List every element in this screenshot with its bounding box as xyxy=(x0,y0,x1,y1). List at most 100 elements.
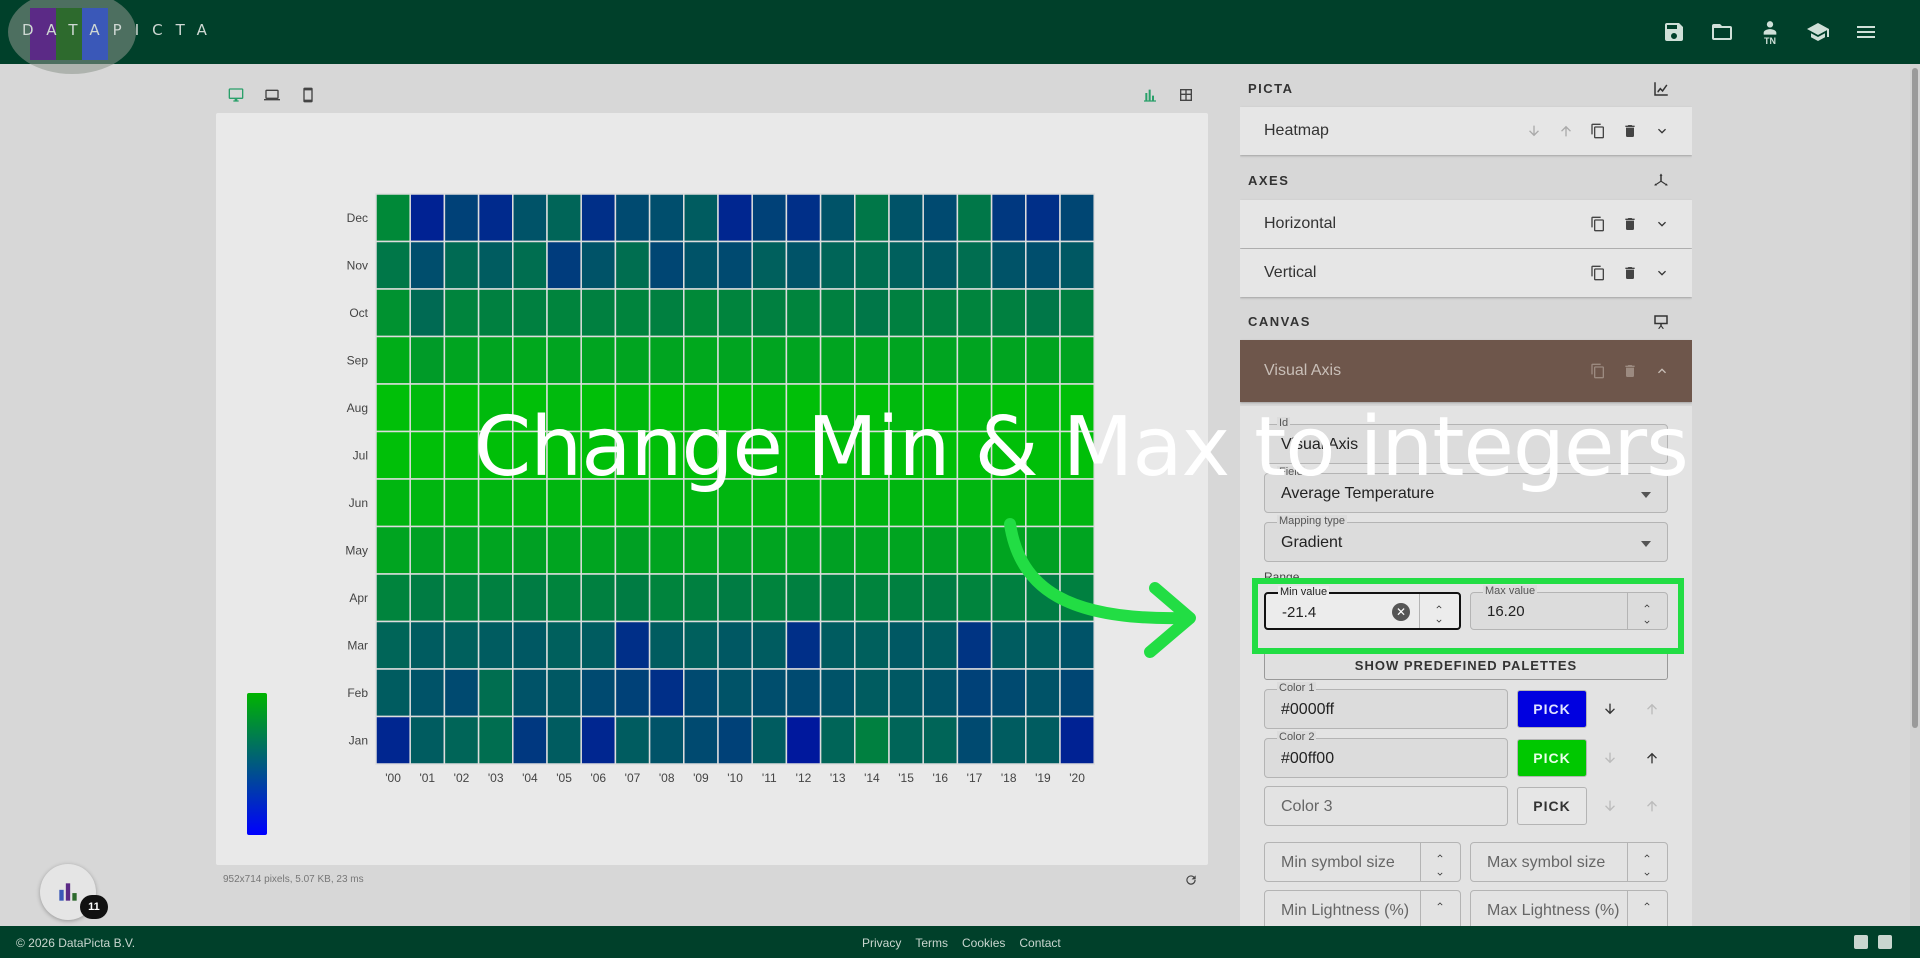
show-palettes-button[interactable]: SHOW PREDEFINED PALETTES xyxy=(1264,650,1668,680)
color1-input[interactable]: Color 1 #0000ff xyxy=(1264,682,1508,729)
max-value-input[interactable]: Max value 16.20 xyxy=(1470,585,1668,630)
table-view-icon[interactable] xyxy=(1178,87,1194,103)
heatmap-cell xyxy=(888,525,924,575)
mapping-type-select[interactable]: Mapping type Gradient xyxy=(1264,515,1668,562)
increment-icon[interactable] xyxy=(1435,896,1445,906)
pick-color1-button[interactable]: PICK xyxy=(1517,690,1587,728)
heatmap-cell xyxy=(512,715,548,765)
heatmap-cell xyxy=(922,668,959,718)
heatmap-cell xyxy=(751,573,788,623)
increment-icon[interactable] xyxy=(1642,896,1652,906)
footer-link-contact[interactable]: Contact xyxy=(1019,936,1060,950)
canvas-item-visual-axis[interactable]: Visual Axis xyxy=(1240,340,1692,402)
chart-view-icon[interactable] xyxy=(1142,87,1158,103)
decrement-icon[interactable] xyxy=(1435,866,1445,876)
menu-icon[interactable] xyxy=(1852,18,1880,46)
increment-icon[interactable] xyxy=(1435,848,1445,858)
desktop-icon[interactable] xyxy=(228,87,244,103)
heatmap-cell xyxy=(888,193,924,243)
delete-icon[interactable] xyxy=(1622,363,1638,379)
pick-color2-button[interactable]: PICK xyxy=(1517,739,1587,777)
heatmap-cell xyxy=(1059,240,1095,290)
heatmap-cell xyxy=(888,573,924,623)
heatmap-cell xyxy=(922,715,959,765)
delete-icon[interactable] xyxy=(1622,216,1638,232)
scrollbar-thumb[interactable] xyxy=(1912,68,1918,728)
x-tick-label: '20 xyxy=(1069,771,1085,785)
heatmap-cell xyxy=(443,668,480,718)
folder-open-icon[interactable] xyxy=(1708,18,1736,46)
footer-link-privacy[interactable]: Privacy xyxy=(862,936,901,950)
max-symbol-size-input[interactable]: Max symbol size xyxy=(1470,842,1668,882)
decrement-icon[interactable] xyxy=(1434,613,1444,623)
duplicate-icon[interactable] xyxy=(1590,123,1606,139)
axis-item-horizontal[interactable]: Horizontal xyxy=(1240,200,1692,248)
decrement-icon[interactable] xyxy=(1642,614,1652,624)
min-value-text: -21.4 xyxy=(1282,604,1317,621)
mapping-label: Mapping type xyxy=(1277,515,1348,527)
move-down-icon[interactable] xyxy=(1602,701,1618,717)
graduation-cap-icon[interactable] xyxy=(1804,18,1832,46)
heatmap-cell xyxy=(375,430,411,480)
user-icon[interactable]: TN xyxy=(1756,18,1784,46)
heatmap-cell xyxy=(443,240,480,290)
color1-label: Color 1 xyxy=(1277,682,1317,694)
footer-link-cookies[interactable]: Cookies xyxy=(962,936,1005,950)
linkedin-icon[interactable] xyxy=(1878,935,1892,949)
heatmap-cell xyxy=(580,668,617,718)
heatmap-cell xyxy=(1059,193,1095,243)
chevron-down-icon[interactable] xyxy=(1654,265,1670,281)
settings-panel: PICTA Heatmap AXES Horizontal Vertical C… xyxy=(1240,64,1692,926)
chevron-up-icon[interactable] xyxy=(1654,363,1670,379)
y-tick-label: Oct xyxy=(349,306,368,320)
save-icon[interactable] xyxy=(1660,18,1688,46)
axis-item-label: Vertical xyxy=(1264,264,1317,281)
heatmap-cell xyxy=(648,335,685,385)
x-tick-label: '03 xyxy=(488,771,504,785)
footer-link-terms[interactable]: Terms xyxy=(915,936,948,950)
mobile-icon[interactable] xyxy=(300,87,316,103)
clear-icon[interactable]: ✕ xyxy=(1392,603,1410,621)
increment-icon[interactable] xyxy=(1642,598,1652,608)
duplicate-icon[interactable] xyxy=(1590,363,1606,379)
heatmap-cell xyxy=(717,335,753,385)
heatmap-cell xyxy=(1025,193,1061,243)
chevron-down-icon[interactable] xyxy=(1654,123,1670,139)
axis-item-vertical[interactable]: Vertical xyxy=(1240,249,1692,297)
heatmap-cell xyxy=(888,668,924,718)
pick-color3-button[interactable]: PICK xyxy=(1517,787,1587,825)
decrement-icon[interactable] xyxy=(1642,866,1652,876)
laptop-icon[interactable] xyxy=(264,87,280,103)
heatmap-cell xyxy=(375,335,411,385)
x-tick-label: '17 xyxy=(967,771,983,785)
color3-input[interactable]: Color 3 xyxy=(1264,786,1508,826)
heatmap-cell xyxy=(443,525,480,575)
color2-input[interactable]: Color 2 #00ff00 xyxy=(1264,731,1508,778)
increment-icon[interactable] xyxy=(1434,599,1444,609)
refresh-icon[interactable] xyxy=(1184,873,1198,887)
x-tick-label: '12 xyxy=(796,771,812,785)
heatmap-cell xyxy=(375,478,411,528)
panel-scrollbar[interactable] xyxy=(1910,64,1920,926)
delete-icon[interactable] xyxy=(1622,123,1638,139)
picta-item-heatmap[interactable]: Heatmap xyxy=(1240,107,1692,155)
duplicate-icon[interactable] xyxy=(1590,216,1606,232)
delete-icon[interactable] xyxy=(1622,265,1638,281)
max-lightness-input[interactable]: Max Lightness (%) xyxy=(1470,890,1668,926)
heatmap-cell xyxy=(375,668,411,718)
min-value-input[interactable]: Min value -21.4 ✕ xyxy=(1264,586,1461,630)
min-lightness-input[interactable]: Min Lightness (%) xyxy=(1264,890,1461,926)
chevron-down-icon[interactable] xyxy=(1654,216,1670,232)
heatmap-cell xyxy=(409,288,446,338)
heatmap-cell xyxy=(990,335,1027,385)
heatmap-cell xyxy=(717,668,753,718)
move-down-icon[interactable] xyxy=(1526,123,1542,139)
youtube-icon[interactable] xyxy=(1854,935,1868,949)
move-up-icon[interactable] xyxy=(1644,750,1660,766)
heatmap-cell xyxy=(819,620,856,670)
heatmap-cell xyxy=(409,620,446,670)
min-symbol-size-input[interactable]: Min symbol size xyxy=(1264,842,1461,882)
increment-icon[interactable] xyxy=(1642,848,1652,858)
duplicate-icon[interactable] xyxy=(1590,265,1606,281)
move-up-icon[interactable] xyxy=(1558,123,1574,139)
